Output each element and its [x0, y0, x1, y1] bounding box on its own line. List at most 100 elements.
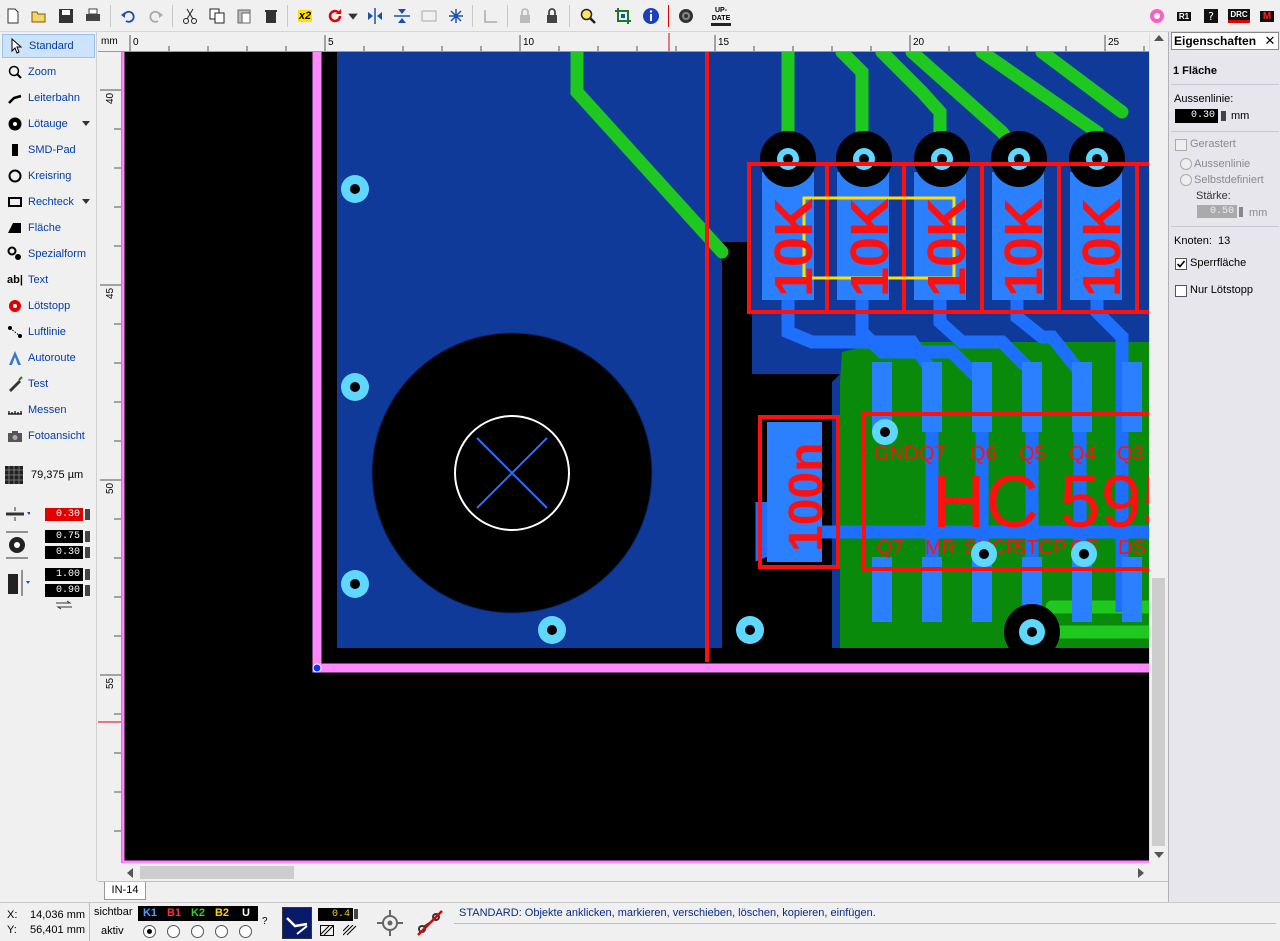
open-icon[interactable] — [28, 5, 50, 27]
rotate-dropdown-icon[interactable] — [347, 5, 359, 27]
zoom-icon[interactable] — [577, 5, 599, 27]
undo-icon[interactable] — [117, 5, 139, 27]
spin-icon[interactable] — [85, 531, 90, 542]
tool-area[interactable]: Fläche — [2, 216, 95, 240]
scroll-left-icon[interactable] — [127, 868, 133, 878]
active-layer-radio-u[interactable] — [239, 925, 252, 938]
m-icon[interactable]: M — [1256, 5, 1278, 27]
scroll-right-icon[interactable] — [1138, 868, 1144, 878]
board-tab[interactable]: IN-14 — [104, 882, 146, 900]
drc-help-icon[interactable]: ? — [1200, 5, 1222, 27]
vertical-scrollbar[interactable] — [1149, 33, 1167, 863]
close-icon[interactable]: ✕ — [1262, 33, 1278, 49]
save-icon[interactable] — [55, 5, 77, 27]
pcb-canvas[interactable]: 10K 10K 10K 10K 10K 100n HC 595 GND Q7 Q… — [122, 52, 1149, 863]
drc-icon[interactable]: DRC — [1227, 5, 1251, 27]
horizontal-scrollbar[interactable] — [122, 863, 1149, 881]
mirror-v-icon[interactable] — [391, 5, 413, 27]
spin-icon[interactable] — [85, 547, 90, 558]
active-layer-radio-b1[interactable] — [167, 925, 180, 938]
smd-height-field[interactable]: 0.90 — [45, 584, 83, 597]
mirror-h-icon[interactable] — [364, 5, 386, 27]
no-airwire-icon[interactable] — [414, 907, 446, 939]
tool-measure[interactable]: Messen — [2, 398, 95, 422]
update-icon[interactable]: UP-DATE — [708, 5, 734, 27]
tool-smd-pad[interactable]: SMD-Pad — [2, 138, 95, 162]
info-icon[interactable] — [640, 5, 662, 27]
tool-test[interactable]: Test — [2, 372, 95, 396]
crosshair-icon[interactable] — [374, 907, 406, 939]
spin-icon[interactable] — [85, 585, 90, 596]
x2-icon[interactable]: x2 — [294, 5, 316, 27]
rotate-icon[interactable] — [324, 5, 346, 27]
vertical-scroll-thumb[interactable] — [1152, 578, 1165, 846]
spin-icon[interactable] — [85, 509, 90, 520]
horizontal-scroll-thumb[interactable] — [140, 866, 294, 879]
tool-rectangle[interactable]: Rechteck — [2, 190, 95, 214]
tool-special-shape[interactable]: Spezialform — [2, 242, 95, 266]
strength-field[interactable]: 0.50 — [1197, 205, 1237, 218]
active-layer-radio-b2[interactable] — [215, 925, 228, 938]
unlock-icon[interactable] — [541, 5, 563, 27]
print-icon[interactable] — [82, 5, 104, 27]
spin-icon[interactable] — [1239, 207, 1243, 217]
tool-text[interactable]: ab| Text — [2, 268, 95, 292]
r1-icon[interactable]: R1 — [1173, 5, 1195, 27]
chevron-down-icon[interactable] — [82, 121, 90, 126]
layer-b1[interactable]: B1 — [162, 906, 186, 921]
gridded-checkbox[interactable] — [1175, 139, 1187, 151]
spin-icon[interactable] — [1221, 111, 1226, 121]
status-width-field[interactable]: 0.4 — [318, 908, 353, 921]
chevron-down-icon[interactable] — [82, 199, 90, 204]
tool-pad[interactable]: Lötauge — [2, 112, 95, 136]
pad-outer-field[interactable]: 0.75 — [45, 530, 83, 543]
delete-icon[interactable] — [260, 5, 282, 27]
swap-icon[interactable] — [54, 600, 74, 610]
layer-k1[interactable]: K1 — [138, 906, 162, 921]
scroll-up-icon[interactable] — [1154, 35, 1164, 41]
ungroup-icon[interactable] — [445, 5, 467, 27]
radio-custom[interactable] — [1180, 174, 1192, 186]
radio-outline[interactable] — [1180, 158, 1192, 170]
active-layer-radio-k2[interactable] — [191, 925, 204, 938]
spin-icon[interactable] — [85, 569, 90, 580]
outline-width-field[interactable]: 0.30 — [1175, 109, 1218, 123]
layer-b2[interactable]: B2 — [210, 906, 234, 921]
lock-icon[interactable] — [514, 5, 536, 27]
tool-photo-view[interactable]: Fotoansicht — [2, 424, 95, 448]
tool-solder-stop[interactable]: Lötstopp — [2, 294, 95, 318]
hatch-mode-icon[interactable] — [342, 924, 357, 936]
gear-icon[interactable] — [675, 5, 697, 27]
block-area-checkbox[interactable] — [1175, 258, 1187, 270]
tool-autoroute[interactable]: Autoroute — [2, 346, 95, 370]
layer-help[interactable]: ? — [262, 916, 268, 927]
tool-track[interactable]: Leiterbahn — [2, 86, 95, 110]
track-mode-icon[interactable] — [282, 907, 312, 939]
solder-only-checkbox[interactable] — [1175, 285, 1187, 297]
fill-mode-icon[interactable] — [319, 924, 334, 936]
copy-icon[interactable] — [206, 5, 228, 27]
spin-icon[interactable] — [354, 909, 358, 919]
tool-zoom[interactable]: Zoom — [2, 60, 95, 84]
pad-inner-field[interactable]: 0.30 — [45, 546, 83, 559]
smd-width-field[interactable]: 1.00 — [45, 568, 83, 581]
radio-dot — [147, 929, 152, 934]
grid-setting[interactable]: 79,375 µm — [4, 464, 94, 486]
cut-icon[interactable] — [179, 5, 201, 27]
paste-icon[interactable] — [233, 5, 255, 27]
active-layer-radio-k1[interactable] — [143, 925, 156, 938]
new-icon[interactable] — [2, 5, 24, 27]
track-width-field[interactable]: 0.30 — [45, 508, 83, 521]
tool-airwire[interactable]: Luftlinie — [2, 320, 95, 344]
align-icon[interactable] — [480, 5, 502, 27]
crop-icon[interactable] — [612, 5, 634, 27]
macro-icon[interactable] — [1146, 5, 1168, 27]
tool-standard[interactable]: Standard — [2, 34, 95, 58]
outline-node[interactable] — [312, 663, 322, 673]
layer-k2[interactable]: K2 — [186, 906, 210, 921]
layer-u[interactable]: U — [234, 906, 258, 921]
group-icon[interactable] — [418, 5, 440, 27]
scroll-down-icon[interactable] — [1154, 852, 1164, 858]
redo-icon[interactable] — [145, 5, 167, 27]
tool-ring[interactable]: Kreisring — [2, 164, 95, 188]
